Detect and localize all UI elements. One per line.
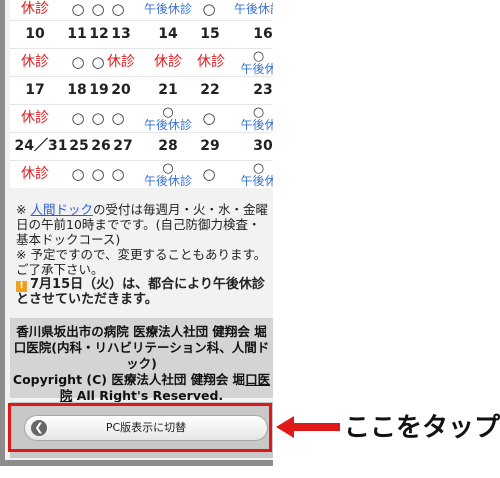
date-cell: 23 (253, 82, 273, 98)
date-cell: 24／31 (14, 138, 68, 154)
date-cell: 11 (67, 26, 87, 42)
site-footer: 香川県坂出市の病院 医療法人社団 健翔会 堀口医院(内科・リハビリテーション科、… (10, 318, 273, 403)
status-open: ○ (202, 0, 216, 18)
status-afternoon-closed: ○ 午後休診 (143, 161, 192, 188)
calendar-date-row: 10 11 12 13 14 15 16 (10, 21, 273, 48)
notice-section: ※ 人間ドックの受付は毎週月・火・水・金曜日の午前10時までです。(自己防御力検… (10, 202, 273, 307)
status-afternoon-closed: ○ 午後休 (240, 49, 273, 76)
date-cell: 25 (69, 138, 89, 154)
status-closed: 休診 (107, 54, 135, 70)
status-afternoon-closed: ○ 午後休診 (143, 105, 192, 132)
notice-schedule-change: ※ 予定ですので、変更することもあります。ご了承下さい。 (16, 247, 267, 277)
tap-here-callout: ここをタップ (344, 413, 500, 443)
status-afternoon-closed: 午後休診 (143, 2, 192, 16)
status-open: ○ (91, 53, 105, 71)
date-cell: 12 (89, 26, 109, 42)
date-cell: 16 (253, 26, 273, 42)
notice-closure: ! 7月15日（火）は、都合により午後休診とさせていただきます。 (16, 277, 265, 307)
date-cell: 27 (113, 138, 133, 154)
status-open: ○ (202, 109, 216, 127)
calendar-row: 休診 ○ ○ ○ 午後休診 ○ 午後休診 (10, 0, 273, 20)
date-cell: 15 (200, 26, 220, 42)
status-closed: 休診 (21, 1, 49, 17)
status-open: ○ (71, 0, 85, 18)
status-afternoon-closed: 午後休診 (233, 2, 273, 16)
status-open: ○ (111, 0, 125, 18)
arrow-left-icon (276, 416, 340, 438)
phone-frame: 休診 ○ ○ ○ 午後休診 ○ 午後休診 10 11 12 13 14 15 1… (0, 0, 273, 466)
notice-dock: ※ 人間ドックの受付は毎週月・火・水・金曜日の午前10時までです。(自己防御力検… (16, 202, 268, 247)
status-open: ○ (71, 165, 85, 183)
status-open: ○ (111, 165, 125, 183)
calendar-date-row: 17 18 19 20 21 22 23 (10, 77, 273, 104)
calendar-row: 休診 ○ ○ ○ ○ 午後休診 ○ ○ 午後休 (10, 105, 273, 132)
date-cell: 13 (111, 26, 131, 42)
date-cell: 26 (91, 138, 111, 154)
calendar-row: 休診 ○ ○ ○ ○ 午後休診 ○ ○ 午後休 (10, 161, 273, 188)
date-cell: 29 (200, 138, 220, 154)
calendar-row: 休診 ○ ○ 休診 休診 休診 ○ 午後休 (10, 49, 273, 76)
status-closed: 休診 (154, 54, 182, 70)
date-cell: 22 (200, 82, 220, 98)
phone-screen: 休診 ○ ○ ○ 午後休診 ○ 午後休診 10 11 12 13 14 15 1… (10, 0, 273, 460)
date-cell: 18 (67, 82, 87, 98)
calendar-date-row: 24／31 25 26 27 28 29 30 (10, 133, 273, 160)
status-open: ○ (91, 109, 105, 127)
status-afternoon-closed: ○ 午後休 (240, 105, 273, 132)
schedule-calendar: 休診 ○ ○ ○ 午後休診 ○ 午後休診 10 11 12 13 14 15 1… (10, 0, 273, 188)
status-open: ○ (202, 165, 216, 183)
date-cell: 28 (158, 138, 178, 154)
date-cell: 21 (158, 82, 178, 98)
info-icon: ! (16, 281, 27, 292)
status-afternoon-closed: ○ 午後休 (240, 161, 273, 188)
ningen-dock-link[interactable]: 人間ドック (30, 202, 93, 217)
date-cell: 14 (158, 26, 178, 42)
status-closed: 休診 (21, 166, 49, 182)
status-open: ○ (71, 109, 85, 127)
tap-highlight-box (8, 403, 272, 452)
status-closed: 休診 (21, 110, 49, 126)
date-cell: 17 (25, 82, 45, 98)
date-cell: 10 (25, 26, 45, 42)
status-open: ○ (91, 165, 105, 183)
date-cell: 30 (253, 138, 273, 154)
status-closed: 休診 (21, 54, 49, 70)
footer-clinic-info: 香川県坂出市の病院 医療法人社団 健翔会 堀口医院(内科・リハビリテーション科、… (13, 324, 270, 371)
status-open: ○ (71, 53, 85, 71)
date-cell: 20 (111, 82, 131, 98)
date-cell: 19 (89, 82, 109, 98)
status-open: ○ (91, 0, 105, 18)
status-closed: 休診 (197, 54, 225, 70)
status-open: ○ (111, 109, 125, 127)
footer-copyright: Copyright (C) 医療法人社団 健翔会 堀口医院 All Right'… (12, 372, 271, 403)
